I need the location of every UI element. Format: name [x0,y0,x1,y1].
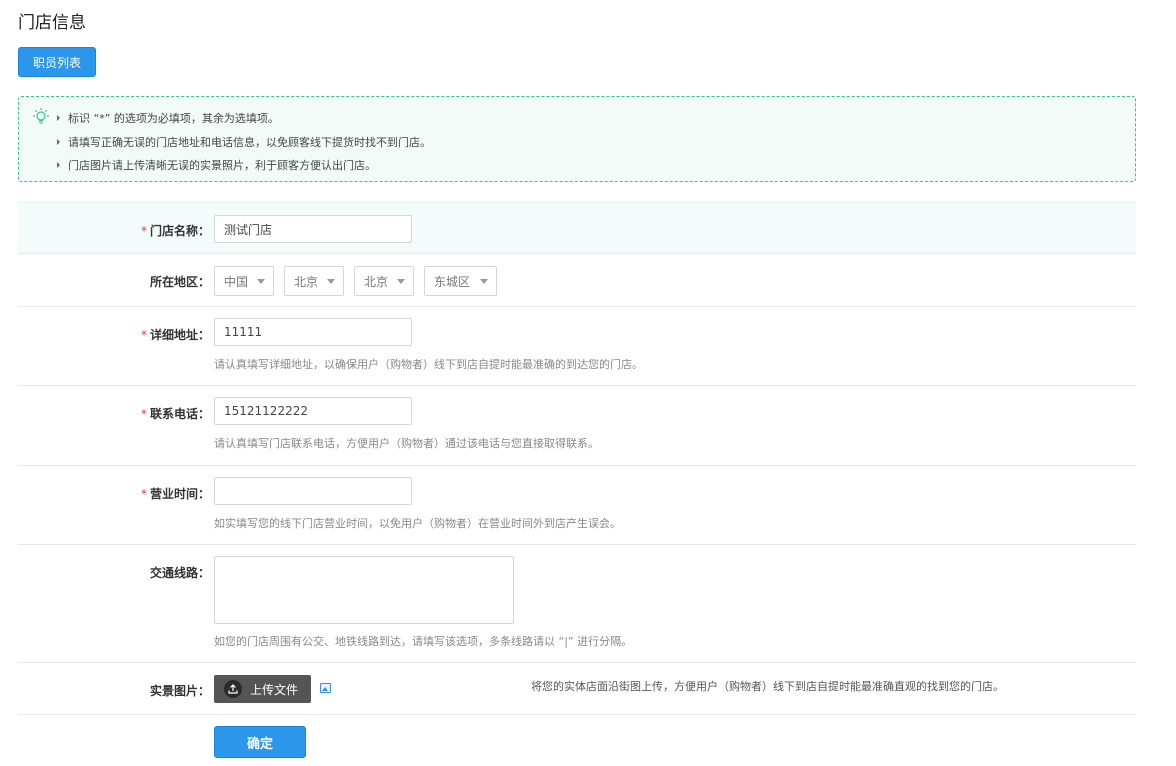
photo-row: 实景图片： 上传文件 将您的实体店面沿街图上传，方便用户（购物者）线下到店自提时… [18,663,1136,715]
caret-down-icon [397,279,405,284]
hours-input[interactable] [214,477,412,505]
transit-textarea[interactable] [214,556,514,624]
transit-hint: 如您的门店周围有公交、地铁线路到达，请填写该选项，多条线路请以 “|” 进行分隔… [214,635,633,648]
upload-file-button[interactable]: 上传文件 [214,675,311,703]
tip-line: 门店图片请上传清晰无误的实景照片，利于顾客方便认出门店。 [57,157,376,173]
province-select[interactable]: 北京 [284,266,344,296]
address-row: *详细地址： 请认真填写详细地址，以确保用户（购物者）线下到店自提时能最准确的到… [18,307,1136,386]
address-input[interactable] [214,318,412,346]
upload-icon [224,680,242,698]
caret-down-icon [480,279,488,284]
phone-input[interactable] [214,397,412,425]
staff-list-button[interactable]: 职员列表 [18,47,96,77]
city-select[interactable]: 北京 [354,266,414,296]
photo-hint: 将您的实体店面沿街图上传，方便用户（购物者）线下到店自提时能最准确直观的找到您的… [531,680,1004,693]
address-hint: 请认真填写详细地址，以确保用户（购物者）线下到店自提时能最准确的到达您的门店。 [214,358,643,371]
hours-hint: 如实填写您的线下门店营业时间，以免用户（购物者）在营业时间外到店产生误会。 [214,517,621,530]
caret-down-icon [327,279,335,284]
photo-label: 实景图片： [149,684,210,698]
region-row: 所在地区： 中国 北京 北京 东城区 [18,254,1136,307]
confirm-button[interactable]: 确定 [214,726,306,758]
store-name-label: * 门店名称： [140,224,210,238]
district-select[interactable]: 东城区 [424,266,497,296]
store-name-row: * 门店名称： [18,202,1136,254]
transit-label: 交通线路： [149,566,210,580]
hours-row: * 营业时间： 如实填写您的线下门店营业时间，以免用户（购物者）在营业时间外到店产… [18,466,1136,545]
phone-label: * 联系电话： [140,407,210,421]
image-icon[interactable] [320,683,331,693]
country-select[interactable]: 中国 [214,266,274,296]
address-label: * 详细地址： [140,328,210,342]
hours-label: * 营业时间： [140,487,210,501]
page-title: 门店信息 [18,13,86,33]
lightbulb-icon [33,108,49,124]
tip-line: 标识 “*” 的选项为必填项，其余为选填项。 [57,110,279,126]
transit-row: 交通线路： 如您的门店周围有公交、地铁线路到达，请填写该选项，多条线路请以 “|… [18,545,1136,663]
tip-line: 请填写正确无误的门店地址和电话信息，以免顾客线下提货时找不到门店。 [57,134,431,150]
tips-box: 标识 “*” 的选项为必填项，其余为选填项。 请填写正确无误的门店地址和电话信息… [18,96,1136,182]
caret-down-icon [257,279,265,284]
phone-row: *联系电话： 请认真填写门店联系电话，方便用户（购物者）通过该电话与您直接取得联… [18,386,1136,466]
phone-hint: 请认真填写门店联系电话，方便用户（购物者）通过该电话与您直接取得联系。 [214,437,599,450]
store-name-input[interactable] [214,215,412,243]
region-label: 所在地区： [149,275,210,289]
